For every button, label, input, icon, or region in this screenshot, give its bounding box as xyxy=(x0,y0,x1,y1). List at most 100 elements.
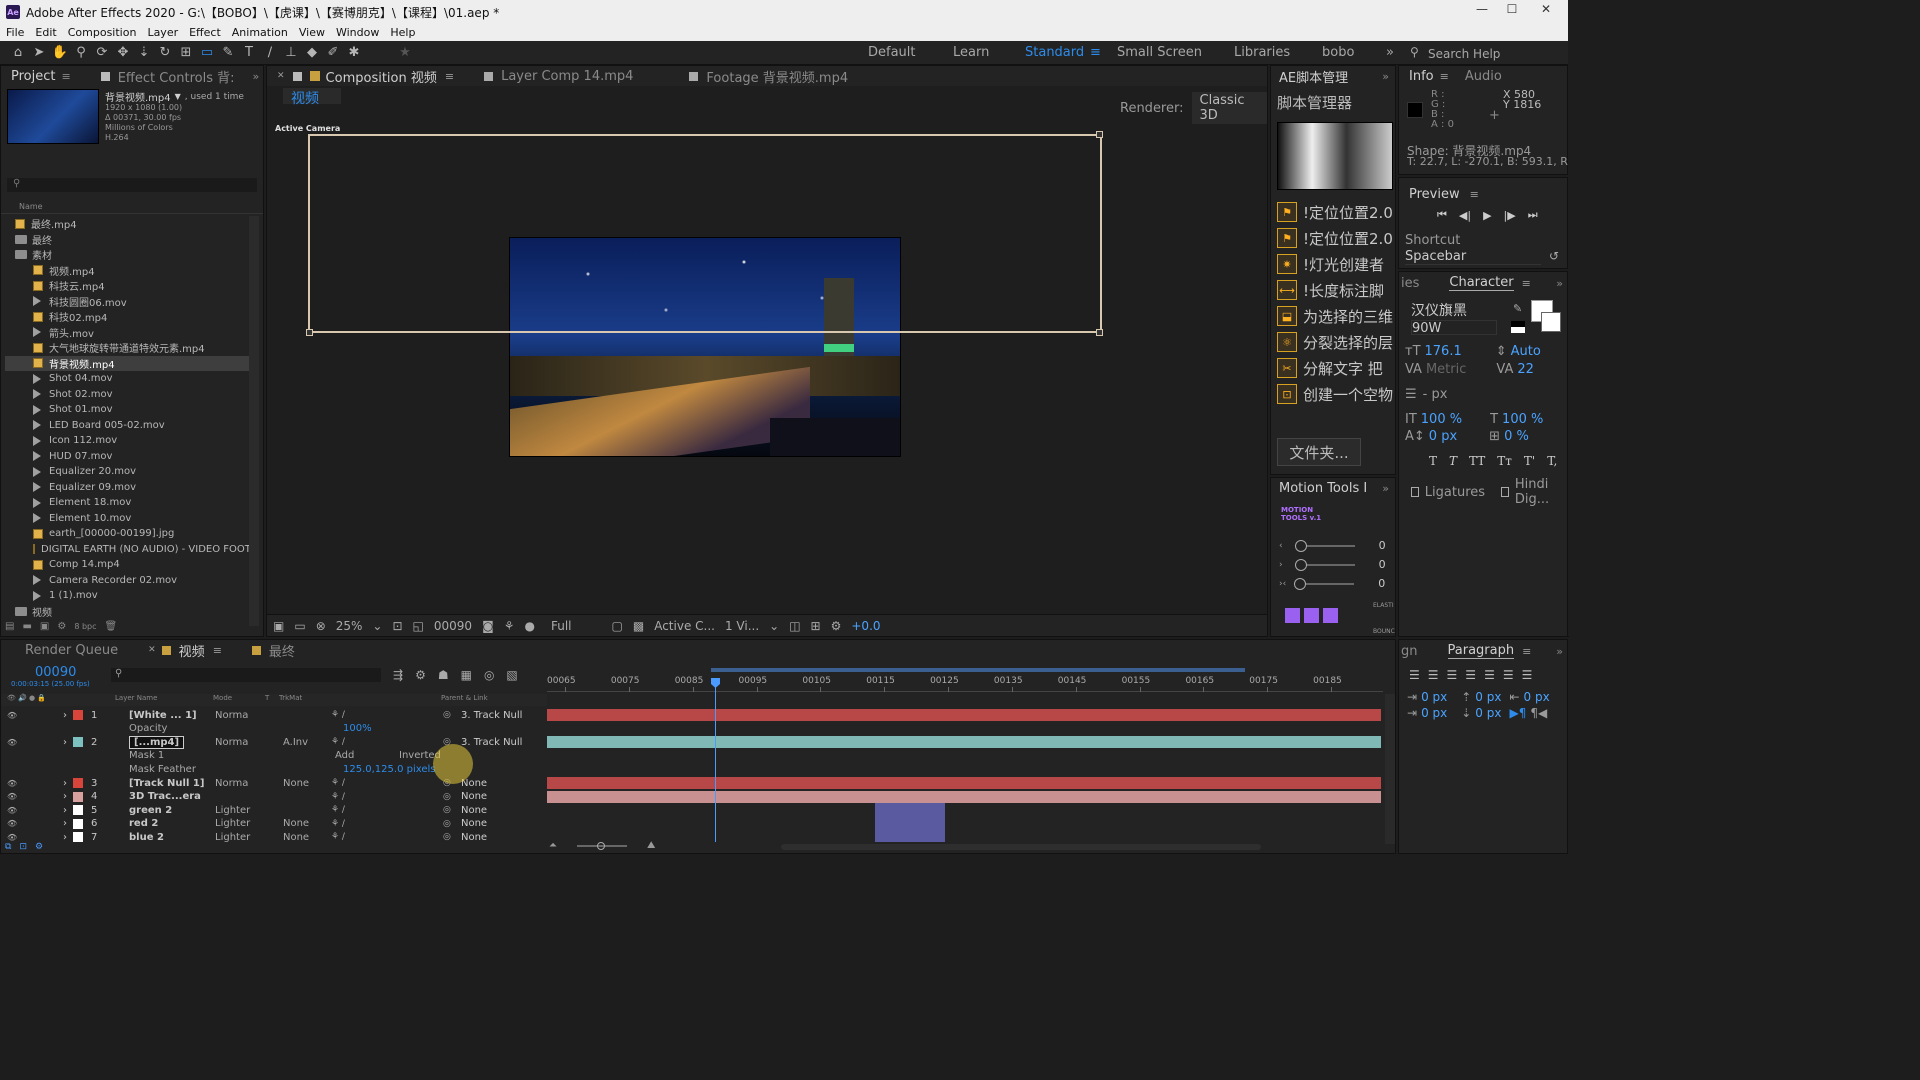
tab-properties[interactable]: ies xyxy=(1401,276,1419,291)
eye-icon[interactable]: 👁 xyxy=(7,779,17,788)
tracking-value[interactable]: 22 xyxy=(1517,362,1534,377)
project-item[interactable]: Element 10.mov xyxy=(5,511,249,527)
layer-name[interactable]: [Track Null 1] xyxy=(129,778,204,789)
col-t[interactable]: T xyxy=(265,694,269,702)
slider-knob[interactable] xyxy=(1294,558,1307,571)
pan-behind-tool-icon[interactable]: ⊞ xyxy=(178,44,194,60)
project-item[interactable]: Equalizer 20.mov xyxy=(5,464,249,480)
menu-help[interactable]: Help xyxy=(390,26,415,39)
layer-mode-dropdown[interactable]: Norma xyxy=(215,778,248,789)
align-left-icon[interactable]: ☰ xyxy=(1409,668,1420,682)
project-item[interactable]: 视频 xyxy=(5,604,249,620)
project-item[interactable]: 最终.mp4 xyxy=(5,216,249,232)
layer-name[interactable]: blue 2 xyxy=(129,832,164,842)
trkmat-dropdown[interactable]: None xyxy=(283,778,309,789)
parent-dropdown[interactable]: None xyxy=(461,818,487,829)
layer-duration-bar[interactable] xyxy=(875,803,945,818)
tsume-value[interactable]: 0 % xyxy=(1504,429,1529,444)
tab-info[interactable]: Info xyxy=(1409,69,1434,84)
workspace-libraries[interactable]: Libraries xyxy=(1234,45,1290,60)
workspace-default[interactable]: Default xyxy=(868,45,916,60)
project-item[interactable]: 背景视频.mp4 xyxy=(5,355,249,371)
tab-effect-controls[interactable]: Effect Controls 背: xyxy=(118,67,235,86)
panel-more-icon[interactable]: » xyxy=(1382,70,1389,83)
workspace-more-icon[interactable]: » xyxy=(1386,45,1394,60)
parent-dropdown[interactable]: 3. Track Null xyxy=(461,737,522,748)
menu-window[interactable]: Window xyxy=(336,26,379,39)
script-item[interactable]: ✷ !灯光创建者 xyxy=(1277,251,1395,277)
search-help-icon[interactable]: ⚲ xyxy=(1410,45,1419,59)
project-item[interactable]: 科技02.mp4 xyxy=(5,309,249,325)
project-item[interactable]: 科技圆圈06.mov xyxy=(5,294,249,310)
menu-edit[interactable]: Edit xyxy=(35,26,56,39)
project-scrollbar[interactable] xyxy=(249,216,259,626)
panel-more-icon[interactable]: » xyxy=(1382,482,1389,495)
slider-knob[interactable] xyxy=(1294,539,1307,552)
slider-knob[interactable] xyxy=(1294,577,1307,590)
project-item[interactable]: Shot 01.mov xyxy=(5,402,249,418)
layer-switches-icon[interactable]: ⚘ ∕ xyxy=(331,737,345,747)
current-time-display[interactable]: 00090 xyxy=(434,619,472,633)
easing-button[interactable] xyxy=(1304,608,1319,623)
property-value[interactable]: 125.0,125.0 pixels xyxy=(343,764,436,775)
justify-right-icon[interactable]: ☰ xyxy=(1503,668,1514,682)
space-after-value[interactable]: 0 px xyxy=(1475,706,1501,720)
project-item[interactable]: LED Board 005-02.mov xyxy=(5,418,249,434)
stroke-color-swatch[interactable] xyxy=(1541,312,1561,332)
frame-blending-icon[interactable]: ▦ xyxy=(461,668,472,682)
col-layer-name[interactable]: Layer Name xyxy=(115,694,157,702)
slider-value[interactable]: 0 xyxy=(1379,558,1386,571)
project-item[interactable]: HUD 07.mov xyxy=(5,449,249,465)
col-parent[interactable]: Parent & Link xyxy=(441,694,488,702)
hindi-digits-checkbox[interactable] xyxy=(1501,487,1509,497)
reset-icon[interactable]: ↺ xyxy=(1549,249,1559,263)
project-item[interactable]: Icon 112.mov xyxy=(5,433,249,449)
draft3d-icon[interactable]: ◫ xyxy=(789,619,800,633)
last-frame-icon[interactable]: ⏭ xyxy=(1528,208,1538,222)
layer-mode-dropdown[interactable]: Norma xyxy=(215,710,248,721)
folder-button[interactable]: 文件夹... xyxy=(1277,438,1361,466)
flowchart-icon[interactable]: ⊞ xyxy=(811,619,821,633)
tab-paragraph[interactable]: Paragraph xyxy=(1447,643,1515,659)
small-caps-button[interactable]: Tт xyxy=(1497,454,1512,468)
layer-duration-bar[interactable] xyxy=(547,790,1381,803)
font-style-dropdown[interactable]: 90W xyxy=(1411,320,1497,336)
slider-track[interactable] xyxy=(1294,539,1355,552)
chevron-down-icon[interactable]: ▼ xyxy=(175,92,181,101)
show-snapshot-icon[interactable]: ⚘ xyxy=(504,619,515,633)
workspace-menu-icon[interactable]: ≡ xyxy=(1090,45,1101,60)
text-direction-ltr-icon[interactable]: ▶¶ xyxy=(1509,706,1526,720)
tab-timeline-final[interactable]: 最终 xyxy=(269,641,295,660)
project-item[interactable]: 最终 xyxy=(5,232,249,248)
new-folder-icon[interactable]: ▬ xyxy=(22,621,31,632)
label-color-swatch[interactable] xyxy=(73,832,83,842)
subscript-button[interactable]: T, xyxy=(1547,454,1557,468)
menu-layer[interactable]: Layer xyxy=(147,26,178,39)
project-item[interactable]: earth_[00000-00199].jpg xyxy=(5,526,249,542)
exposure-value[interactable]: +0.0 xyxy=(851,619,880,633)
layer-name[interactable]: [White ... 1] xyxy=(129,710,197,721)
workspace-bobo[interactable]: bobo xyxy=(1322,45,1354,60)
justify-all-icon[interactable]: ☰ xyxy=(1522,668,1533,682)
panel-more-icon[interactable]: » xyxy=(1556,645,1563,658)
zoom-tool-icon[interactable]: ⚲ xyxy=(73,44,89,60)
property-value[interactable]: 100% xyxy=(343,723,372,734)
new-comp-icon[interactable]: ▣ xyxy=(40,621,49,632)
chevron-right-icon[interactable]: › xyxy=(63,805,67,816)
chevron-right-icon[interactable]: › xyxy=(63,737,67,748)
slider-value[interactable]: 0 xyxy=(1379,539,1386,552)
layer-switches-icon[interactable]: ⚘ ∕ xyxy=(331,819,345,829)
mask-vis-icon[interactable]: ⊗ xyxy=(316,619,326,633)
lock-icon[interactable] xyxy=(689,71,699,81)
menu-effect[interactable]: Effect xyxy=(189,26,221,39)
tab-character[interactable]: Character xyxy=(1449,275,1514,291)
close-tab-icon[interactable]: ✕ xyxy=(277,71,285,81)
trash-icon[interactable]: 🗑 xyxy=(105,621,118,632)
project-item[interactable]: Element 18.mov xyxy=(5,495,249,511)
layer-duration-bar[interactable] xyxy=(875,830,945,842)
eyedropper-icon[interactable]: ✎ xyxy=(1513,302,1522,315)
lock-icon[interactable] xyxy=(292,71,302,81)
project-settings-icon[interactable]: ⚙ xyxy=(57,621,66,632)
swap-colors-icon[interactable] xyxy=(1511,321,1525,333)
project-item[interactable]: Camera Recorder 02.mov xyxy=(5,573,249,589)
